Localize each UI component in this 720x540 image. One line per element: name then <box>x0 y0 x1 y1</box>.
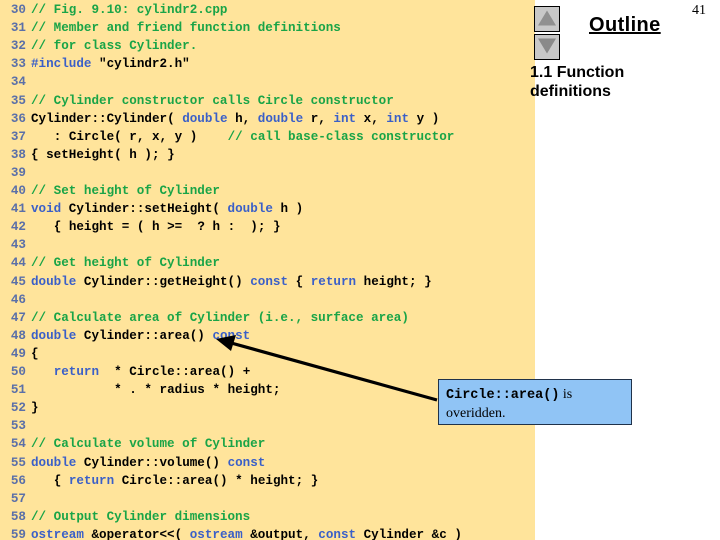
code-line-text: } <box>31 401 39 416</box>
triangle-down-icon <box>538 38 556 54</box>
code-line-text: // Fig. 9.10: cylindr2.cpp <box>31 3 228 17</box>
code-line-number: 54 <box>10 437 26 452</box>
code-line-text: // Calculate volume of Cylinder <box>31 437 266 452</box>
code-line-number: 46 <box>10 292 26 307</box>
code-line-number: 51 <box>10 383 26 398</box>
code-line-text: double Cylinder::area() const <box>31 328 251 343</box>
code-line-text: // Member and friend function definition… <box>31 21 341 36</box>
code-line-text: : Circle( r, x, y ) // call base-class c… <box>53 129 455 144</box>
code-line-number: 56 <box>10 473 26 488</box>
code-line-text: // Get height of Cylinder <box>31 256 220 271</box>
code-line-text: { height = ( h >= ? h : ); } <box>53 220 281 235</box>
code-line-number: 38 <box>10 147 26 162</box>
code-line-number: 36 <box>10 111 26 126</box>
code-line-text: ostream &operator<<( ostream &output, co… <box>31 527 462 540</box>
code-line-text: return * Circle::area() + <box>53 365 251 379</box>
code-line-text: void Cylinder::setHeight( double h ) <box>31 202 304 217</box>
code-line-number: 33 <box>10 57 26 72</box>
code-listing-panel: 30 // Fig. 9.10: cylindr2.cpp 31 // Member … <box>0 0 535 540</box>
slide-canvas: 30 // Fig. 9.10: cylindr2.cpp 31 // Member … <box>0 0 720 540</box>
code-line-number: 42 <box>10 220 26 235</box>
code-line-text: // Output Cylinder dimensions <box>31 509 251 524</box>
code-line-number: 31 <box>10 21 26 36</box>
code-line-number: 53 <box>10 419 26 434</box>
code-line-text: // Set height of Cylinder <box>31 184 220 198</box>
code-line-text: { <box>31 346 39 361</box>
code-line-number: 47 <box>10 310 26 325</box>
callout-box: Circle::area() is overidden. <box>438 379 632 425</box>
callout-line-2: overidden. <box>446 406 506 421</box>
code-line-text: * . * radius * height; <box>114 383 281 398</box>
code-line-number: 49 <box>10 346 26 361</box>
code-line-number: 57 <box>10 491 26 506</box>
code-line-text: { setHeight( h ); } <box>31 147 175 162</box>
code-line-number: 37 <box>10 129 26 144</box>
outline-heading: Outline <box>589 14 661 36</box>
code-line-number: 59 <box>10 527 26 540</box>
code-line-number: 50 <box>10 365 26 379</box>
callout-tail-text: is <box>559 387 573 402</box>
code-line-number: 55 <box>10 455 26 470</box>
callout-line-1: Circle::area() is <box>446 384 624 405</box>
code-line-text: // Calculate area of Cylinder (i.e., sur… <box>31 310 409 325</box>
code-line-number: 30 <box>10 3 26 17</box>
code-line-number: 43 <box>10 238 26 253</box>
code-line-number: 45 <box>10 274 26 289</box>
code-line-text: { return Circle::area() * height; } <box>53 473 319 488</box>
code-line-text: Cylinder::Cylinder( double h, double r, … <box>31 111 440 126</box>
code-line-number: 41 <box>10 202 26 217</box>
code-line-text: #include "cylindr2.h" <box>31 57 190 72</box>
code-line-number: 40 <box>10 184 26 198</box>
code-line-number: 39 <box>10 165 26 180</box>
code-line-number: 48 <box>10 328 26 343</box>
code-line-number: 58 <box>10 509 26 524</box>
callout-code-text: Circle::area() <box>446 388 560 403</box>
code-line-number: 34 <box>10 75 26 90</box>
page-number: 41 <box>692 3 706 18</box>
code-line-text: // Cylinder constructor calls Circle con… <box>31 93 394 108</box>
scroll-down-button[interactable] <box>534 34 560 60</box>
code-line-number: 32 <box>10 39 26 54</box>
triangle-up-icon <box>538 10 556 26</box>
outline-item-function-definitions[interactable]: 1.1 Function definitions <box>530 63 708 101</box>
code-line-text: double Cylinder::volume() const <box>31 455 266 470</box>
code-line-number: 52 <box>10 401 26 416</box>
code-line-text: // for class Cylinder. <box>31 39 198 54</box>
code-line-number: 44 <box>10 256 26 271</box>
scroll-up-button[interactable] <box>534 6 560 32</box>
code-line-text: double Cylinder::getHeight() const { ret… <box>31 274 432 289</box>
code-line-number: 35 <box>10 93 26 108</box>
